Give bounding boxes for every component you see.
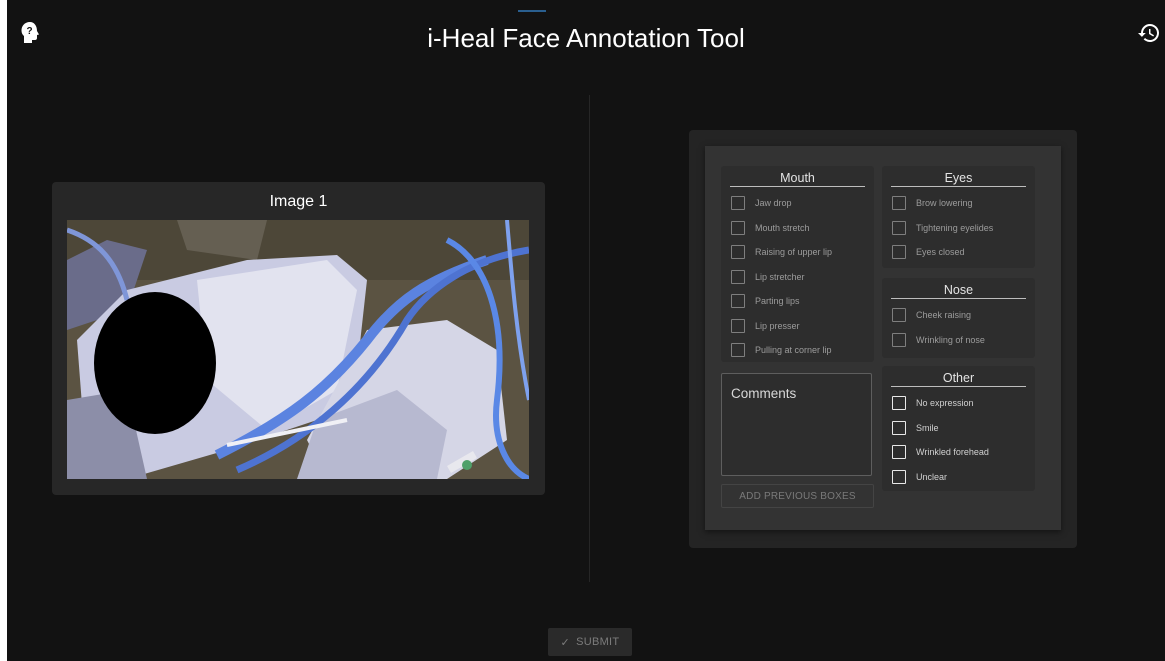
checkbox-box[interactable] [731, 220, 745, 235]
checkbox-label: Lip stretcher [755, 271, 805, 282]
checkbox-label: Lip presser [755, 320, 800, 331]
checkbox-box[interactable] [731, 294, 745, 309]
check-icon: ✓ [560, 636, 571, 649]
checkbox-box[interactable] [892, 220, 906, 235]
group-nose: Nose Cheek raising Wrinkling of nose [882, 278, 1035, 358]
checkbox-lip-presser[interactable]: Lip presser [721, 314, 874, 339]
annotation-panel: Mouth Jaw drop Mouth stretch Raising of … [689, 130, 1077, 548]
group-title-eyes: Eyes [944, 171, 973, 185]
checkbox-label: Unclear [916, 471, 948, 482]
checkbox-wrinkling-nose[interactable]: Wrinkling of nose [882, 328, 1035, 353]
checkbox-lip-stretcher[interactable]: Lip stretcher [721, 265, 874, 290]
checkbox-box[interactable] [892, 396, 906, 411]
checkbox-label: Parting lips [755, 296, 800, 307]
app-root: ? i-Heal Face Annotation Tool Image 1 Mo… [7, 0, 1165, 661]
checkbox-box[interactable] [892, 308, 906, 323]
checkbox-label: Raising of upper lip [755, 247, 833, 258]
checkbox-box[interactable] [892, 332, 906, 347]
checkbox-wrinkled-forehead[interactable]: Wrinkled forehead [882, 440, 1035, 465]
checkbox-box[interactable] [731, 269, 745, 284]
top-accent-bar [518, 10, 546, 12]
checkbox-label: Eyes closed [916, 247, 965, 258]
checkbox-eyes-closed[interactable]: Eyes closed [882, 240, 1035, 265]
checkbox-brow-lowering[interactable]: Brow lowering [882, 191, 1035, 216]
checkbox-parting-lips[interactable]: Parting lips [721, 289, 874, 314]
annotation-panel-inner: Mouth Jaw drop Mouth stretch Raising of … [705, 146, 1061, 530]
checkbox-box[interactable] [731, 196, 745, 211]
image-card: Image 1 [52, 182, 545, 495]
checkbox-raising-upper-lip[interactable]: Raising of upper lip [721, 240, 874, 265]
group-title-nose: Nose [943, 283, 974, 297]
checkbox-label: Tightening eyelides [916, 222, 994, 233]
checkbox-box[interactable] [892, 196, 906, 211]
checkbox-label: Brow lowering [916, 198, 973, 209]
group-other: Other No expression Smile Wrinkled foreh… [882, 366, 1035, 491]
checkbox-box[interactable] [892, 445, 906, 460]
group-title-mouth: Mouth [780, 171, 815, 185]
checkbox-box[interactable] [892, 469, 906, 484]
patient-image[interactable] [67, 220, 529, 479]
panel-divider [589, 95, 590, 582]
checkbox-label: No expression [916, 398, 974, 409]
checkbox-label: Mouth stretch [755, 222, 810, 233]
app-title: i-Heal Face Annotation Tool [427, 23, 745, 53]
checkbox-box[interactable] [731, 318, 745, 333]
checkbox-mouth-stretch[interactable]: Mouth stretch [721, 216, 874, 241]
history-icon[interactable] [1137, 21, 1161, 45]
checkbox-label: Pulling at corner lip [755, 345, 832, 356]
image-title: Image 1 [269, 193, 328, 210]
checkbox-label: Jaw drop [755, 198, 792, 209]
checkbox-pulling-corner-lip[interactable]: Pulling at corner lip [721, 338, 874, 363]
group-mouth: Mouth Jaw drop Mouth stretch Raising of … [721, 166, 874, 362]
checkbox-label: Cheek raising [916, 310, 972, 321]
checkbox-no-expression[interactable]: No expression [882, 391, 1035, 416]
checkbox-label: Wrinkling of nose [916, 334, 985, 345]
checkbox-box[interactable] [731, 343, 745, 358]
checkbox-box[interactable] [892, 245, 906, 260]
checkbox-tightening-eyelides[interactable]: Tightening eyelides [882, 216, 1035, 241]
checkbox-unclear[interactable]: Unclear [882, 465, 1035, 490]
checkbox-box[interactable] [892, 420, 906, 435]
checkbox-cheek-raising[interactable]: Cheek raising [882, 303, 1035, 328]
group-title-other: Other [942, 371, 975, 385]
submit-button[interactable]: ✓ SUBMIT [548, 628, 632, 656]
checkbox-label: Smile [916, 422, 939, 433]
submit-label: SUBMIT [576, 636, 620, 648]
comments-textarea[interactable]: Comments [721, 373, 872, 476]
checkbox-jaw-drop[interactable]: Jaw drop [721, 191, 874, 216]
checkbox-smile[interactable]: Smile [882, 416, 1035, 441]
comments-placeholder: Comments [731, 386, 797, 401]
checkbox-label: Wrinkled forehead [916, 447, 989, 458]
group-eyes: Eyes Brow lowering Tightening eyelides E… [882, 166, 1035, 268]
add-previous-boxes-button[interactable]: ADD PREVIOUS BOXES [721, 484, 874, 508]
checkbox-box[interactable] [731, 245, 745, 260]
